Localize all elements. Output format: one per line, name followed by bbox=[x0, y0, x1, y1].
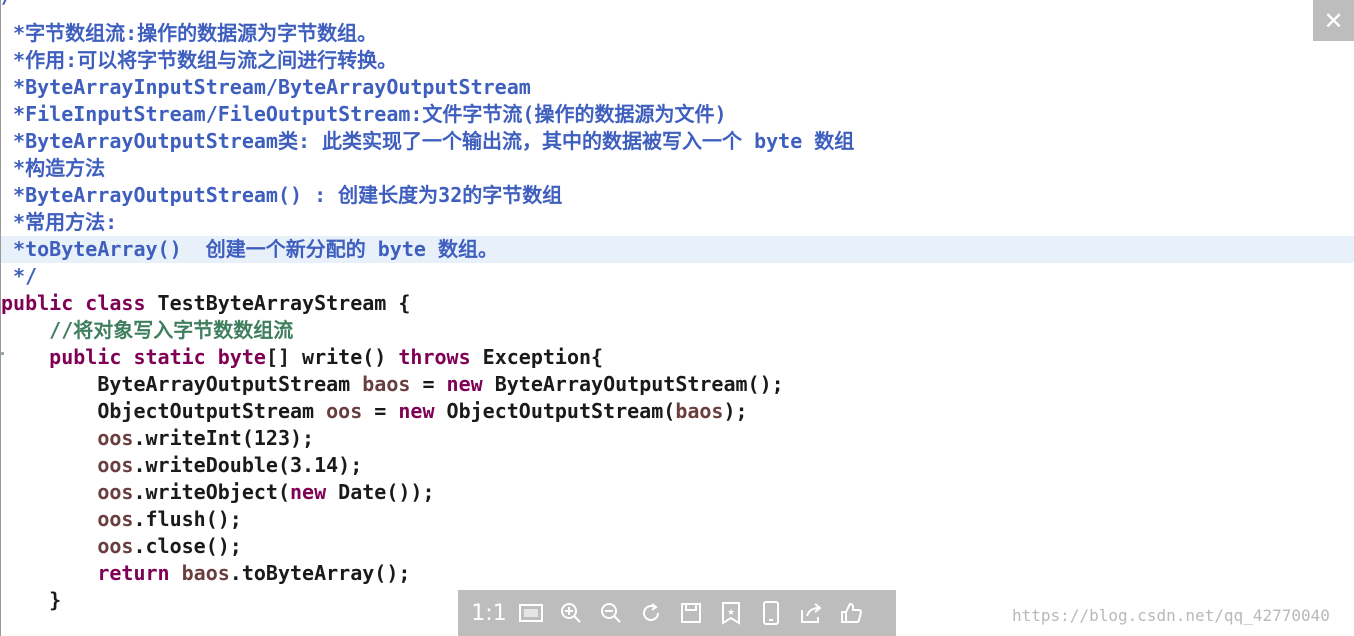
watermark: https://blog.csdn.net/qq_42770040 bbox=[1012, 606, 1330, 625]
code-line: oos.flush(); bbox=[97, 507, 242, 531]
image-viewer: /** *字节数组流:操作的数据源为字节数组。 *作用:可以将字节数组与流之间进… bbox=[0, 0, 1354, 636]
bookmark-star-icon[interactable]: ★ bbox=[716, 598, 746, 628]
doc-line: *字节数组流:操作的数据源为字节数组。 bbox=[1, 21, 378, 45]
fit-screen-icon[interactable] bbox=[516, 598, 546, 628]
close-button[interactable]: ✕ bbox=[1313, 0, 1354, 41]
svg-text:★: ★ bbox=[727, 608, 735, 618]
code-line: oos.writeObject(new Date()); bbox=[97, 480, 435, 504]
actual-size-button[interactable]: 1:1 bbox=[471, 598, 506, 628]
doc-line: *作用:可以将字节数组与流之间进行转换。 bbox=[1, 48, 398, 72]
javadoc-start: /** bbox=[1, 0, 37, 6]
rotate-icon[interactable] bbox=[636, 598, 666, 628]
doc-line: */ bbox=[1, 264, 38, 288]
thumbs-up-icon[interactable] bbox=[836, 598, 866, 628]
code-comment: //将对象写入字节数数组流 bbox=[1, 318, 294, 342]
doc-line: *FileInputStream/FileOutputStream:文件字节流(… bbox=[1, 102, 727, 126]
code-line: return baos.toByteArray(); bbox=[97, 561, 411, 585]
doc-line: *常用方法: bbox=[1, 210, 118, 234]
zoom-out-icon[interactable] bbox=[596, 598, 626, 628]
zoom-in-icon[interactable] bbox=[556, 598, 586, 628]
code-line: oos.writeDouble(3.14); bbox=[97, 453, 363, 477]
code-line: oos.writeInt(123); bbox=[97, 426, 315, 450]
doc-line: *ByteArrayInputStream/ByteArrayOutputStr… bbox=[1, 75, 531, 99]
method-declaration: public static byte[] write() throws Exce… bbox=[49, 345, 604, 369]
class-declaration: public class TestByteArrayStream { bbox=[1, 291, 411, 315]
code-line: oos.close(); bbox=[97, 534, 242, 558]
doc-line: *构造方法 bbox=[1, 156, 106, 180]
code-screenshot: /** *字节数组流:操作的数据源为字节数组。 *作用:可以将字节数组与流之间进… bbox=[0, 0, 1354, 636]
code-line: ByteArrayOutputStream baos = new ByteArr… bbox=[1, 372, 784, 396]
share-icon[interactable] bbox=[796, 598, 826, 628]
viewer-toolbar: 1:1 ★ bbox=[458, 590, 896, 636]
doc-line: *ByteArrayOutputStream类: 此类实现了一个输出流，其中的数… bbox=[1, 129, 855, 153]
save-icon[interactable] bbox=[676, 598, 706, 628]
doc-line: *ByteArrayOutputStream() : 创建长度为32的字节数组 bbox=[1, 183, 563, 207]
code-line: ObjectOutputStream oos = new ObjectOutpu… bbox=[1, 399, 748, 423]
doc-line-highlighted: *toByteArray() 创建一个新分配的 byte 数组。 bbox=[1, 236, 1354, 263]
send-to-phone-icon[interactable] bbox=[756, 598, 786, 628]
